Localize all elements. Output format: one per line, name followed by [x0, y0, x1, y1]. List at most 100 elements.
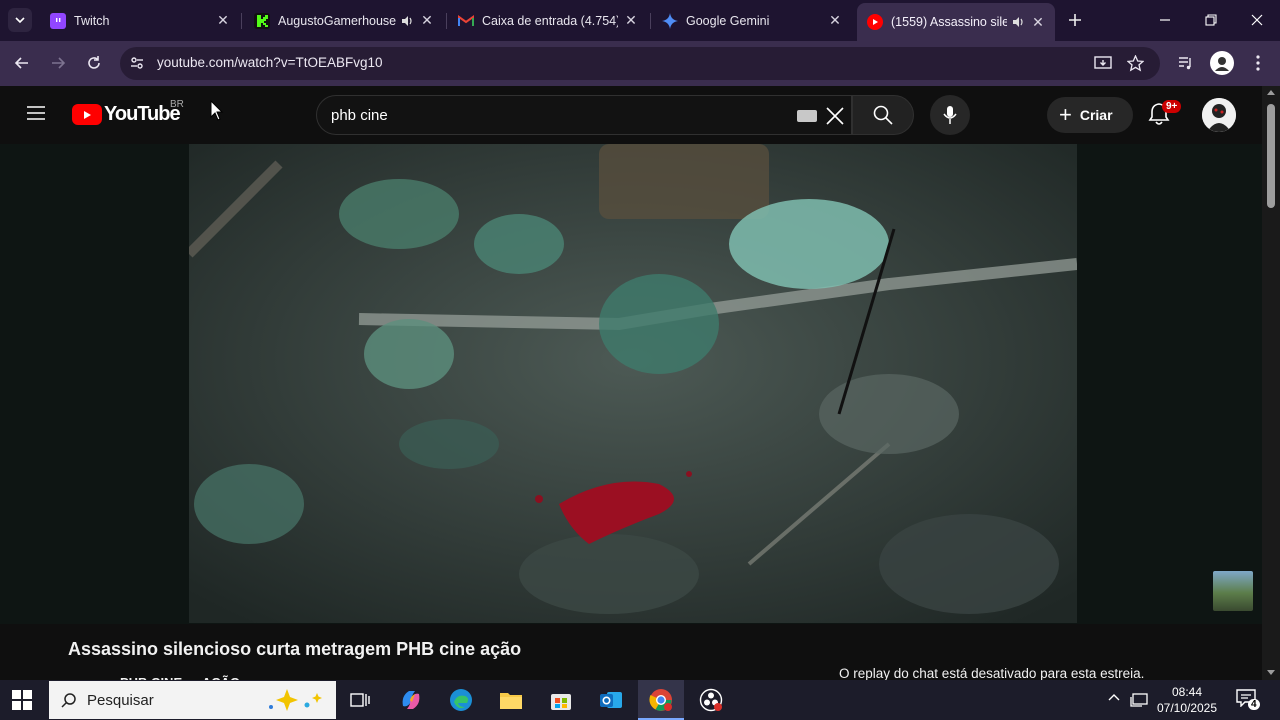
clear-search-icon[interactable]: [824, 105, 846, 127]
chrome-button[interactable]: [648, 687, 674, 713]
playlist-music-icon: [1179, 57, 1191, 70]
create-button[interactable]: + Criar: [1047, 97, 1133, 133]
forward-button[interactable]: [46, 51, 70, 75]
outlook-button[interactable]: [598, 687, 624, 713]
scrollbar-thumb[interactable]: [1267, 104, 1275, 208]
profile-avatar[interactable]: [1210, 51, 1234, 75]
file-explorer-button[interactable]: [498, 687, 524, 713]
page-scrollbar[interactable]: [1262, 86, 1280, 684]
tab-search-button[interactable]: [8, 8, 32, 32]
close-icon[interactable]: ✕: [420, 12, 434, 28]
notification-count: 4: [1248, 699, 1260, 710]
video-player-area: [0, 144, 1262, 624]
window-close-button[interactable]: [1244, 7, 1270, 33]
clock-date: 07/10/2025: [1156, 701, 1218, 715]
avatar-icon: [1215, 57, 1229, 71]
plus-icon: [1069, 14, 1081, 26]
close-icon: [1251, 14, 1263, 26]
tab-title: (1559) Assassino silencioso: [891, 15, 1007, 29]
plus-icon: +: [1059, 102, 1072, 127]
tab-twitch[interactable]: Twitch ✕: [40, 6, 240, 35]
arrow-left-icon: [14, 57, 28, 69]
back-button[interactable]: [10, 51, 34, 75]
youtube-play-icon: [72, 104, 102, 125]
tab-divider: [241, 13, 242, 29]
start-button[interactable]: [12, 690, 32, 715]
minimize-icon: [1160, 19, 1170, 21]
close-icon[interactable]: ✕: [216, 12, 230, 28]
speaker-icon[interactable]: [400, 14, 414, 28]
avatar-icon: [1202, 98, 1236, 132]
browser-menu-button[interactable]: [1246, 51, 1270, 75]
sparkle-icon: [269, 689, 322, 711]
install-app-icon[interactable]: [1094, 55, 1112, 71]
restore-button[interactable]: [1198, 7, 1224, 33]
more-vertical-icon: [1256, 55, 1260, 71]
windows-logo-icon: [12, 690, 32, 710]
mini-thumbnail[interactable]: [1213, 571, 1253, 611]
hamburger-icon: [27, 106, 45, 120]
notification-badge: 9+: [1162, 100, 1182, 113]
account-avatar[interactable]: [1202, 98, 1236, 132]
notifications-button[interactable]: 9+: [1148, 100, 1182, 128]
clock-time: 08:44: [1171, 685, 1203, 699]
create-label: Criar: [1079, 107, 1113, 123]
taskbar-search-box[interactable]: Pesquisar: [49, 681, 336, 719]
copilot-button[interactable]: [398, 687, 424, 713]
task-view-button[interactable]: [347, 687, 373, 713]
search-icon: [873, 105, 893, 125]
guide-menu-button[interactable]: [26, 105, 46, 126]
edge-button[interactable]: [448, 687, 474, 713]
browser-toolbar: youtube.com/watch?v=TtOEABFvg10: [0, 41, 1280, 86]
address-bar[interactable]: youtube.com/watch?v=TtOEABFvg10: [120, 47, 1160, 80]
store-button[interactable]: [548, 687, 574, 713]
voice-search-button[interactable]: [930, 95, 970, 135]
network-icon[interactable]: [1130, 692, 1148, 708]
task-view-icon: [350, 693, 370, 707]
gemini-icon: [662, 12, 678, 29]
copilot-icon: [402, 691, 420, 709]
tab-youtube-active[interactable]: (1559) Assassino silencioso ✕: [857, 3, 1055, 41]
scroll-up-arrow-icon[interactable]: [1267, 90, 1275, 95]
tab-title: Caixa de entrada (4.754): [482, 13, 618, 28]
youtube-logo[interactable]: YouTube BR: [72, 99, 184, 126]
star-icon[interactable]: [1127, 55, 1144, 72]
chevron-up-icon[interactable]: [1108, 692, 1120, 704]
youtube-header: YouTube BR phb cine + Criar 9+: [0, 86, 1262, 144]
restore-icon: [1205, 14, 1217, 26]
taskbar-clock[interactable]: 08:44 07/10/2025: [1152, 684, 1222, 716]
search-input[interactable]: phb cine: [316, 95, 852, 135]
reload-button[interactable]: [82, 51, 106, 75]
tab-title: AugustoGamerhouse: [278, 13, 396, 28]
close-icon[interactable]: ✕: [624, 12, 638, 28]
chrome-icon: [649, 689, 672, 711]
kick-icon: [254, 12, 270, 29]
tab-kick[interactable]: AugustoGamerhouse ✕: [244, 6, 444, 35]
close-icon[interactable]: ✕: [828, 12, 842, 28]
new-tab-button[interactable]: [1064, 9, 1086, 31]
keyboard-icon[interactable]: [797, 110, 817, 122]
taskbar-search-placeholder: Pesquisar: [87, 691, 154, 709]
mouse-cursor-icon: [210, 100, 224, 121]
reload-icon: [88, 56, 100, 69]
video-player[interactable]: [189, 144, 1077, 623]
tab-divider: [446, 13, 447, 29]
twitch-icon: [50, 12, 66, 29]
close-icon[interactable]: ✕: [1031, 14, 1045, 30]
folder-icon: [500, 693, 522, 709]
speaker-icon[interactable]: [1011, 15, 1025, 29]
store-icon: [551, 694, 571, 710]
url-text: youtube.com/watch?v=TtOEABFvg10: [157, 55, 383, 70]
site-settings-icon[interactable]: [129, 55, 145, 71]
tab-gemini[interactable]: Google Gemini ✕: [652, 6, 852, 35]
tab-divider: [650, 13, 651, 29]
notification-center-button[interactable]: 4: [1236, 689, 1260, 711]
media-controls-button[interactable]: [1174, 51, 1198, 75]
scroll-down-arrow-icon[interactable]: [1267, 670, 1275, 675]
search-button[interactable]: [852, 95, 914, 135]
minimize-button[interactable]: [1152, 7, 1178, 33]
tab-gmail[interactable]: Caixa de entrada (4.754) ✕: [448, 6, 648, 35]
search-query: phb cine: [331, 107, 388, 124]
obs-button[interactable]: [698, 687, 724, 713]
youtube-logo-text: YouTube: [104, 103, 181, 125]
